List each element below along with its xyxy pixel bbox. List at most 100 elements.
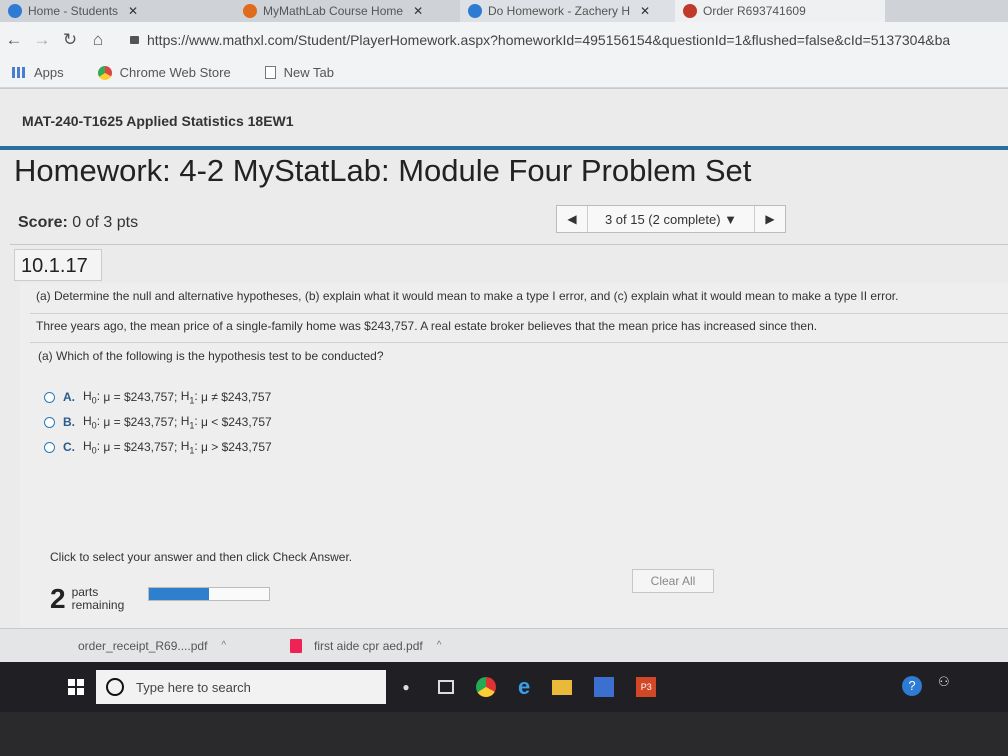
h0-symbol: H0: (83, 389, 104, 406)
clear-all-button[interactable]: Clear All (632, 569, 714, 593)
page-content: MAT-240-T1625 Applied Statistics 18EW1 H… (0, 89, 1008, 659)
divider (30, 313, 1008, 314)
tab-favicon (8, 4, 22, 18)
bookmark-new-tab[interactable]: New Tab (264, 65, 334, 80)
pdf-icon (290, 638, 302, 653)
parts-progress-bar (148, 587, 270, 601)
divider (10, 244, 1008, 245)
bookmark-label: Apps (34, 65, 64, 80)
option-b[interactable]: B. H0: μ = $243,757; H1: μ < $243,757 (44, 414, 272, 430)
option-label: A. (63, 390, 75, 405)
download-filename: first aide cpr aed.pdf (314, 638, 423, 653)
h1-text: μ > $243,757 (201, 440, 272, 455)
tab-1[interactable]: MyMathLab Course Home ✕ (235, 0, 460, 22)
h0-text: μ = $243,757; (103, 390, 178, 405)
remaining-label: remaining (71, 598, 125, 612)
url-field[interactable]: https://www.mathxl.com/Student/PlayerHom… (130, 32, 950, 48)
taskbar-search[interactable]: Type here to search (96, 670, 386, 704)
question-pager: ◀ 3 of 15 (2 complete) ▼ ▶ (556, 205, 786, 233)
score-label: Score: (18, 214, 68, 231)
close-icon[interactable]: ✕ (640, 4, 650, 18)
h1-text: μ ≠ $243,757 (201, 390, 272, 405)
question-stem: Three years ago, the mean price of a sin… (36, 319, 818, 333)
tab-label: Home - Students (28, 4, 119, 18)
desk-surface (0, 712, 1008, 756)
tab-2[interactable]: Do Homework - Zachery H ✕ (460, 0, 675, 22)
download-item[interactable]: first aide cpr aed.pdf ^ (220, 638, 480, 653)
h1-symbol: H1: (180, 439, 202, 456)
option-label: C. (63, 440, 75, 455)
download-item[interactable]: order_receipt_R69....pdf ^ (0, 638, 226, 653)
tab-0[interactable]: Home - Students ✕ (0, 0, 235, 22)
score-value: 0 of 3 pts (72, 214, 139, 231)
radio-button[interactable] (44, 441, 55, 453)
help-icon[interactable]: ? (902, 676, 922, 696)
tab-bar: Home - Students ✕ MyMathLab Course Home … (0, 0, 1008, 22)
taskbar: Type here to search ● e P3 ? ⚇ (0, 662, 1008, 712)
download-filename: order_receipt_R69....pdf (78, 638, 208, 653)
chevron-up-icon[interactable]: ^ (437, 640, 442, 651)
question-intro: (a) Determine the null and alternative h… (36, 289, 899, 303)
radio-button[interactable] (44, 416, 55, 428)
bookmark-label: Chrome Web Store (119, 65, 231, 80)
question-select[interactable]: 3 of 15 (2 complete) ▼ (587, 206, 755, 232)
h0-text: μ = $243,757; (103, 415, 178, 430)
option-label: B. (63, 415, 75, 430)
sub-question: (a) Which of the following is the hypoth… (38, 349, 384, 363)
tab-label: Order R693741609 (703, 4, 806, 18)
tab-favicon (468, 4, 482, 18)
tab-3[interactable]: Order R693741609 (675, 0, 885, 22)
store-icon[interactable] (594, 677, 615, 697)
task-view-icon[interactable] (438, 680, 454, 694)
course-title: MAT-240-T1625 Applied Statistics 18EW1 (22, 113, 294, 129)
divider (30, 342, 1008, 343)
people-icon[interactable]: ⚇ (938, 674, 950, 690)
tab-favicon (243, 4, 257, 18)
apps-grid-icon (12, 67, 26, 78)
option-c[interactable]: C. H0: μ = $243,757; H1: μ > $243,757 (44, 439, 272, 455)
reload-icon[interactable]: ↻ (56, 30, 84, 50)
bookmarks-bar: Apps Chrome Web Store New Tab (0, 58, 1008, 88)
lock-icon (130, 36, 139, 44)
progress-fill (149, 588, 209, 600)
page-icon (264, 66, 276, 79)
header-divider (0, 146, 1008, 150)
next-question-icon[interactable]: ▶ (755, 212, 785, 226)
radio-button[interactable] (44, 391, 55, 403)
bookmark-chrome-web-store[interactable]: Chrome Web Store (97, 65, 231, 80)
h0-symbol: H0: (83, 414, 104, 431)
search-placeholder: Type here to search (136, 679, 251, 695)
prev-question-icon[interactable]: ◀ (557, 212, 587, 226)
back-icon[interactable]: ← (0, 30, 28, 50)
answer-instruction: Click to select your answer and then cli… (50, 550, 353, 564)
parts-count: 2 (50, 583, 66, 614)
question-number: 10.1.17 (14, 249, 102, 281)
chrome-icon[interactable] (476, 677, 496, 697)
cortana-icon (106, 678, 124, 696)
powerpoint-icon[interactable]: P3 (636, 677, 657, 697)
home-icon[interactable]: ⌂ (84, 30, 112, 50)
file-explorer-icon[interactable] (552, 679, 573, 695)
download-bar: order_receipt_R69....pdf ^ first aide cp… (0, 628, 1008, 662)
tab-favicon (683, 4, 697, 18)
question-panel: (a) Determine the null and alternative h… (20, 283, 1008, 651)
parts-text: parts remaining (72, 586, 125, 612)
h1-text: μ < $243,757 (201, 415, 272, 430)
option-a[interactable]: A. H0: μ = $243,757; H1: μ ≠ $243,757 (44, 389, 271, 405)
address-bar: ← → ↻ ⌂ https://www.mathxl.com/Student/P… (0, 22, 1008, 58)
chrome-web-store-icon (97, 65, 112, 80)
close-icon[interactable]: ✕ (128, 4, 138, 18)
windows-start-icon[interactable] (68, 679, 84, 695)
forward-icon[interactable]: → (28, 30, 56, 50)
h0-symbol: H0: (83, 439, 104, 456)
close-icon[interactable]: ✕ (413, 4, 423, 18)
parts-label: parts (71, 585, 99, 599)
edge-icon[interactable]: e (518, 674, 530, 700)
bookmark-apps[interactable]: Apps (12, 65, 64, 80)
score: Score: 0 of 3 pts (18, 214, 138, 232)
url-text: https://www.mathxl.com/Student/PlayerHom… (147, 32, 950, 48)
tab-label: Do Homework - Zachery H (488, 4, 631, 18)
microphone-icon[interactable]: ● (396, 680, 416, 694)
tab-label: MyMathLab Course Home (263, 4, 404, 18)
h0-text: μ = $243,757; (103, 440, 178, 455)
